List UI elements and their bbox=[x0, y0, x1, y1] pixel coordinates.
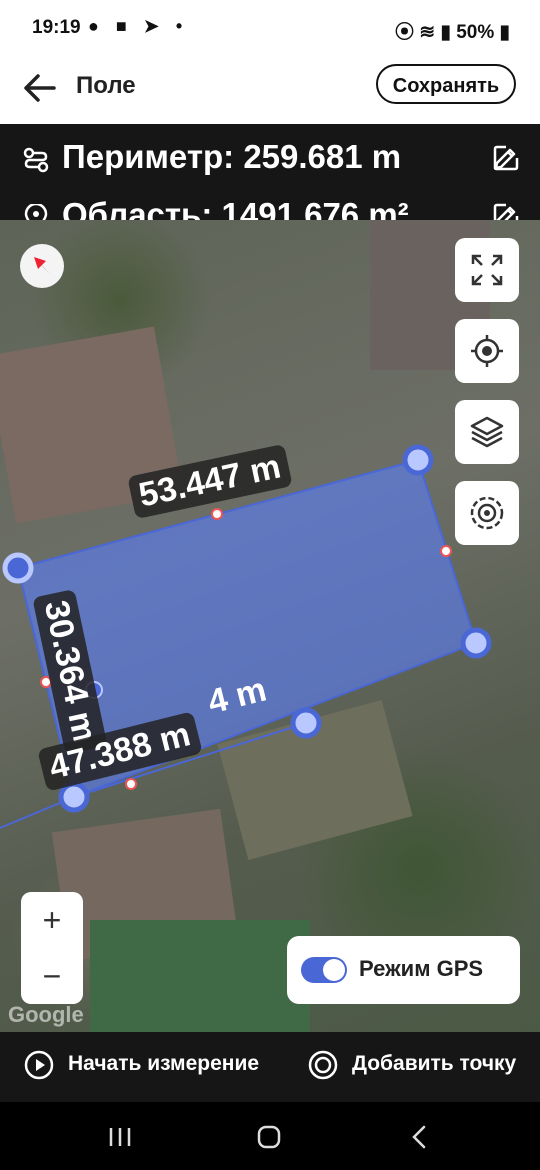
midpoint-marker bbox=[440, 545, 452, 557]
zoom-controls: + − bbox=[21, 892, 83, 1004]
midpoint-marker bbox=[125, 778, 137, 790]
zoom-in-button[interactable]: + bbox=[21, 892, 83, 948]
recents-icon[interactable] bbox=[105, 1122, 135, 1152]
system-nav-bar bbox=[0, 1102, 540, 1170]
vertex-handle bbox=[290, 707, 322, 739]
compass-icon bbox=[34, 257, 50, 274]
target-icon bbox=[470, 496, 504, 530]
vertex-handle bbox=[2, 552, 34, 584]
route-icon bbox=[23, 147, 49, 173]
gps-mode-toggle[interactable] bbox=[301, 957, 347, 983]
map-attribution: Google bbox=[8, 1002, 84, 1027]
fullscreen-button[interactable] bbox=[455, 238, 519, 302]
my-location-button[interactable] bbox=[455, 319, 519, 383]
toggle-knob bbox=[323, 959, 345, 981]
vertex-handle bbox=[460, 627, 492, 659]
status-right: ⦿ ≋ ▮ 50% ▮ bbox=[395, 17, 510, 44]
edit-area-icon[interactable] bbox=[492, 202, 520, 220]
vertex-handle bbox=[58, 781, 90, 813]
back-arrow-icon[interactable] bbox=[20, 68, 60, 108]
area-row: Область: 1491.676 m² bbox=[22, 196, 522, 220]
notification-icons: ● ■ ➤ • bbox=[88, 16, 189, 36]
status-bar: 19:19 ● ■ ➤ • ⦿ ≋ ▮ 50% ▮ bbox=[0, 0, 540, 56]
signal-icon: ▮ bbox=[440, 22, 451, 43]
measurement-summary: Периметр: 259.681 m Область: 1491.676 m² bbox=[0, 124, 540, 220]
save-button[interactable]: Сохранять bbox=[376, 64, 516, 104]
expand-icon bbox=[471, 254, 503, 286]
app-bar: Поле Сохранять bbox=[0, 56, 540, 124]
wifi-icon: ≋ bbox=[419, 22, 436, 43]
home-icon[interactable] bbox=[254, 1122, 284, 1152]
page-title: Поле bbox=[76, 72, 136, 99]
zoom-out-button[interactable]: − bbox=[21, 948, 83, 1004]
play-icon bbox=[24, 1050, 54, 1080]
edit-perimeter-icon[interactable] bbox=[492, 144, 520, 172]
back-nav-icon[interactable] bbox=[405, 1122, 435, 1152]
crosshair-icon bbox=[471, 335, 503, 367]
battery-icon: ▮ bbox=[499, 22, 510, 43]
location-pin-icon bbox=[24, 204, 48, 220]
center-polygon-button[interactable] bbox=[455, 481, 519, 545]
layers-icon bbox=[470, 416, 504, 448]
compass[interactable] bbox=[20, 244, 64, 288]
perimeter-value: Периметр: 259.681 m bbox=[62, 138, 402, 175]
layers-button[interactable] bbox=[455, 400, 519, 464]
add-point-label: Добавить точку bbox=[352, 1052, 517, 1075]
start-measurement-label: Начать измерение bbox=[68, 1052, 260, 1075]
gps-mode-card[interactable]: Режим GPS bbox=[287, 936, 520, 1004]
gps-mode-label: Режим GPS bbox=[359, 956, 484, 981]
area-value: Область: 1491.676 m² bbox=[62, 196, 409, 220]
perimeter-row: Периметр: 259.681 m bbox=[22, 138, 522, 182]
add-point-icon bbox=[308, 1050, 338, 1080]
status-time: 19:19 bbox=[32, 17, 81, 38]
battery-level: 50% bbox=[456, 22, 495, 43]
vertex-handle bbox=[402, 444, 434, 476]
satellite-map[interactable]: 53.447 m 30.364 m 47.388 m 4 m + − Режим… bbox=[0, 220, 540, 1032]
bottom-action-bar: Начать измерение Добавить точку bbox=[0, 1032, 540, 1102]
midpoint-marker bbox=[211, 508, 223, 520]
location-icon: ⦿ bbox=[394, 22, 414, 43]
